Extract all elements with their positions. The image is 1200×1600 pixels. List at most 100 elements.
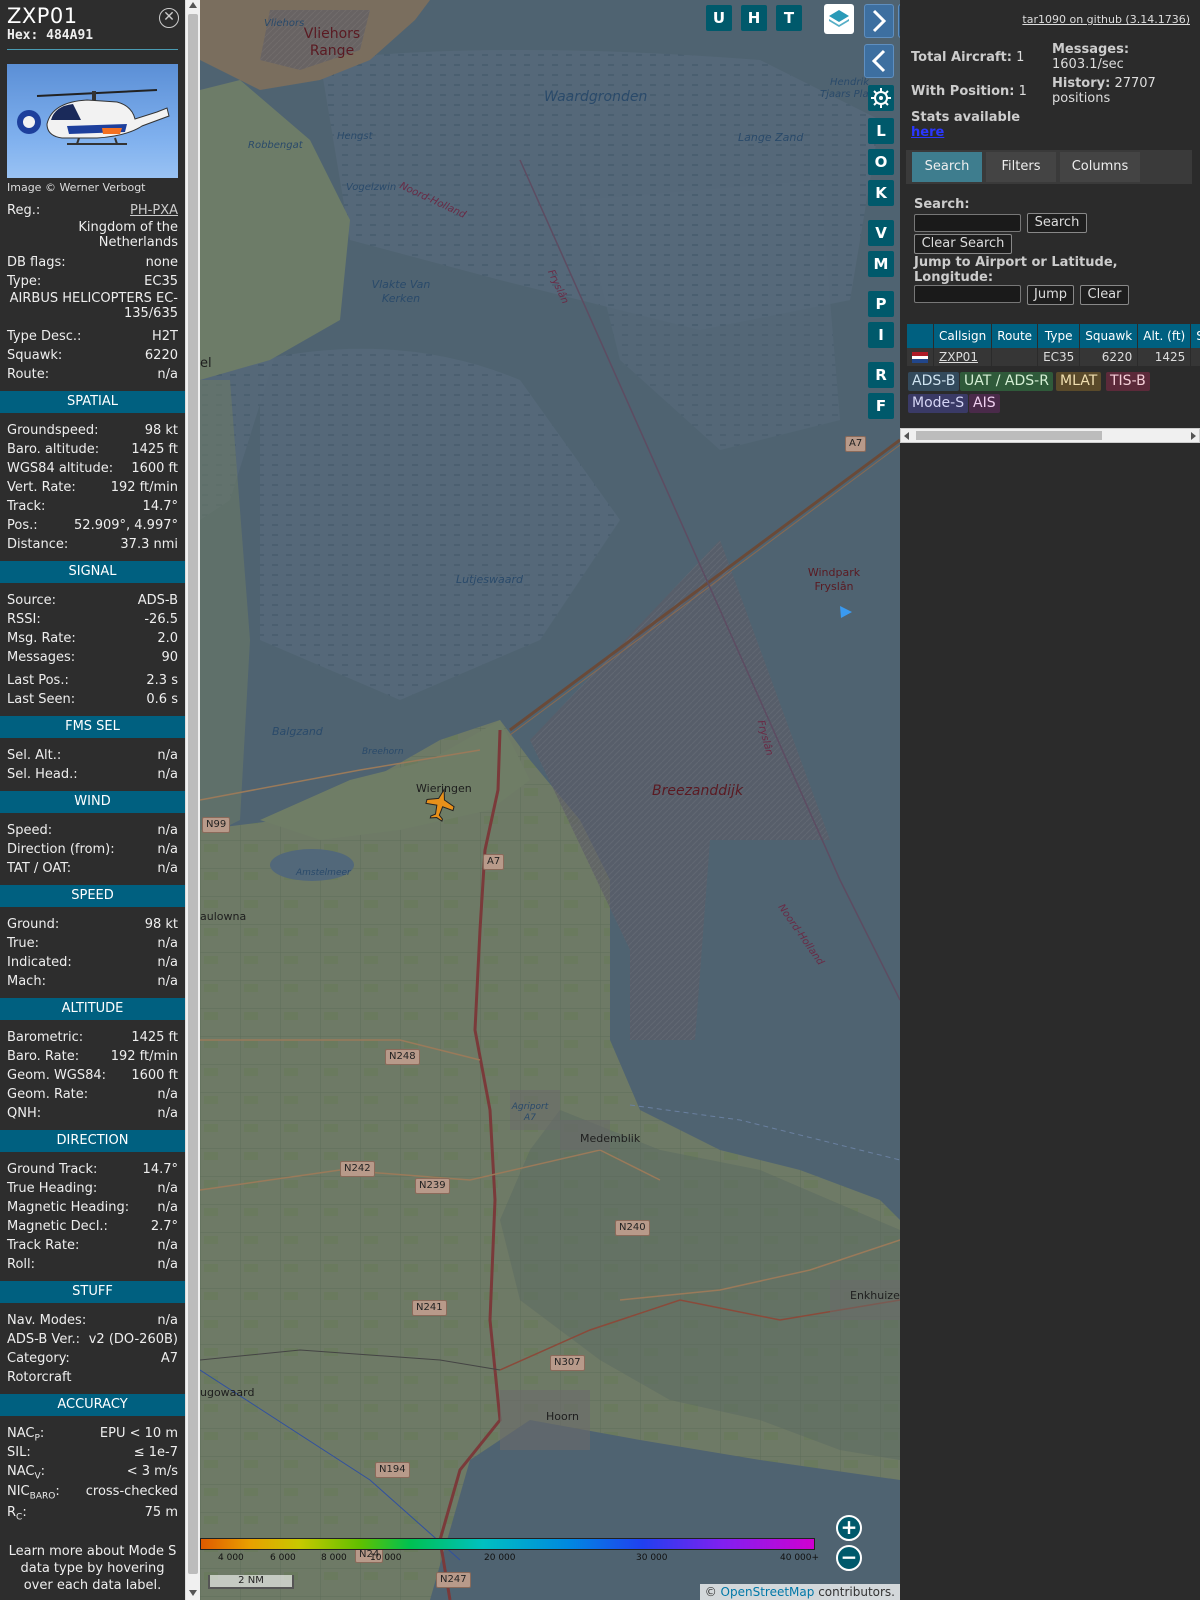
sil-label[interactable]: SIL: [7,1443,31,1462]
info-row-label[interactable]: Groundspeed: [7,421,98,440]
info-row-label[interactable]: Rotorcraft [7,1368,71,1387]
info-scrollbar[interactable] [185,0,200,1600]
clear-search-button[interactable]: Clear Search [914,234,1012,254]
button-i[interactable]: I [868,322,894,348]
info-row-label[interactable]: ADS-B Ver.: [7,1330,80,1349]
button-r[interactable]: R [868,362,894,388]
button-m[interactable]: M [868,251,894,277]
info-row-label[interactable]: Nav. Modes: [7,1311,86,1330]
info-row-label[interactable]: Messages: [7,648,75,667]
label-vogelzwin: Vogelzwin [346,182,397,193]
info-row-label[interactable]: Magnetic Decl.: [7,1217,108,1236]
header-squawk[interactable]: Squawk [1079,324,1139,348]
jump-button[interactable]: Jump [1027,285,1074,305]
info-row-label[interactable]: RSSI: [7,610,41,629]
github-link[interactable]: tar1090 on github (3.14.1736) [1022,13,1190,26]
info-row-label[interactable]: Category: [7,1349,70,1368]
nacp-label[interactable]: NACP: [7,1424,44,1444]
aircraft-photo[interactable] [7,64,178,178]
info-row-label[interactable]: QNH: [7,1104,41,1123]
info-row-label[interactable]: TAT / OAT: [7,859,71,878]
info-row-label[interactable]: Barometric: [7,1028,83,1047]
section-signal: SIGNAL [0,561,185,583]
scroll-thumb[interactable] [188,14,198,1574]
button-p[interactable]: P [868,291,894,317]
button-k[interactable]: K [868,180,894,206]
info-row-label[interactable]: True: [7,934,39,953]
header-route[interactable]: Route [991,324,1039,348]
table-row[interactable]: ZXP01 EC35 6220 1425 [907,348,1200,366]
road-n99: N99 [202,817,231,833]
messages-label: Messages: [1052,42,1130,57]
button-l[interactable]: L [868,118,894,144]
tab-filters[interactable]: Filters [986,152,1056,182]
info-row-label[interactable]: Sel. Alt.: [7,746,61,765]
jump-input[interactable] [914,285,1021,303]
info-row-label[interactable]: Ground: [7,915,59,934]
row-callsign[interactable]: ZXP01 [933,348,993,366]
map-view[interactable]: Vliehors Vliehors Range Waardgronden Lan… [200,0,900,1600]
scroll-up-arrow-icon[interactable] [189,2,197,8]
tab-search[interactable]: Search [912,152,982,182]
search-button[interactable]: Search [1027,213,1087,233]
nicbaro-label[interactable]: NICBARO: [7,1481,60,1502]
info-row-label[interactable]: Last Pos.: [7,671,69,690]
info-row-label[interactable]: Direction (from): [7,840,115,859]
expand-panel-button[interactable] [864,4,894,38]
button-t[interactable]: T [776,5,802,31]
info-row-label[interactable]: Distance: [7,535,68,554]
close-icon[interactable]: ✕ [159,8,179,28]
info-row-label[interactable]: Msg. Rate: [7,629,76,648]
zoom-out-button[interactable]: − [836,1545,862,1571]
header-type[interactable]: Type [1037,324,1081,348]
rc-label[interactable]: RC: [7,1502,27,1523]
rc-label-text: R [7,1505,17,1520]
search-input[interactable] [914,214,1021,232]
reg-link[interactable]: PH-PXA [130,201,178,220]
info-row-label[interactable]: Vert. Rate: [7,478,76,497]
info-row-value: 1600 ft [131,461,178,476]
info-row-label[interactable]: Pos.: [7,516,38,535]
stats-here-link[interactable]: here [911,125,944,140]
info-row-label[interactable]: Geom. WGS84: [7,1066,106,1085]
header-callsign[interactable]: Callsign [933,324,993,348]
info-row-label[interactable]: Track Rate: [7,1236,79,1255]
button-v[interactable]: V [868,220,894,246]
info-row-label[interactable]: Magnetic Heading: [7,1198,129,1217]
nacv-label[interactable]: NACV: [7,1462,45,1482]
info-row-label[interactable]: Geom. Rate: [7,1085,88,1104]
info-row-label[interactable]: Track: [7,497,45,516]
header-altitude[interactable]: Alt. (ft) [1137,324,1192,348]
clear-jump-button[interactable]: Clear [1080,285,1129,305]
nicbaro-value: cross-checked [85,1484,178,1499]
settings-button[interactable] [868,85,894,111]
info-row-label[interactable]: Sel. Head.: [7,765,78,784]
info-row-label[interactable]: Roll: [7,1255,35,1274]
button-u[interactable]: U [706,5,732,31]
collapse-panel-button[interactable] [864,44,894,78]
button-f[interactable]: F [868,393,894,419]
table-horizontal-scrollbar[interactable] [900,428,1200,443]
scroll-right-arrow-icon[interactable] [1191,432,1196,440]
info-row-label[interactable]: Baro. altitude: [7,440,99,459]
info-row-label[interactable]: Speed: [7,821,52,840]
zoom-in-button[interactable]: + [836,1515,862,1541]
attribution-link[interactable]: OpenStreetMap [721,1585,815,1599]
scroll-down-arrow-icon[interactable] [189,1590,197,1596]
info-row-label[interactable]: WGS84 altitude: [7,459,113,478]
info-row-label[interactable]: True Heading: [7,1179,97,1198]
hscroll-thumb[interactable] [916,431,1102,440]
info-row-label[interactable]: Mach: [7,972,46,991]
tab-columns[interactable]: Columns [1060,152,1140,182]
info-row-label[interactable]: Last Seen: [7,690,75,709]
info-row-label[interactable]: Ground Track: [7,1160,97,1179]
info-row-label[interactable]: Indicated: [7,953,72,972]
button-h[interactable]: H [741,5,767,31]
button-o[interactable]: O [868,149,894,175]
info-row-label[interactable]: Source: [7,591,56,610]
layers-button[interactable] [824,4,854,34]
with-position-value: 1 [1018,84,1027,99]
scroll-left-arrow-icon[interactable] [904,432,909,440]
info-row-label[interactable]: Baro. Rate: [7,1047,79,1066]
header-speed[interactable]: Spd. [1190,324,1200,348]
